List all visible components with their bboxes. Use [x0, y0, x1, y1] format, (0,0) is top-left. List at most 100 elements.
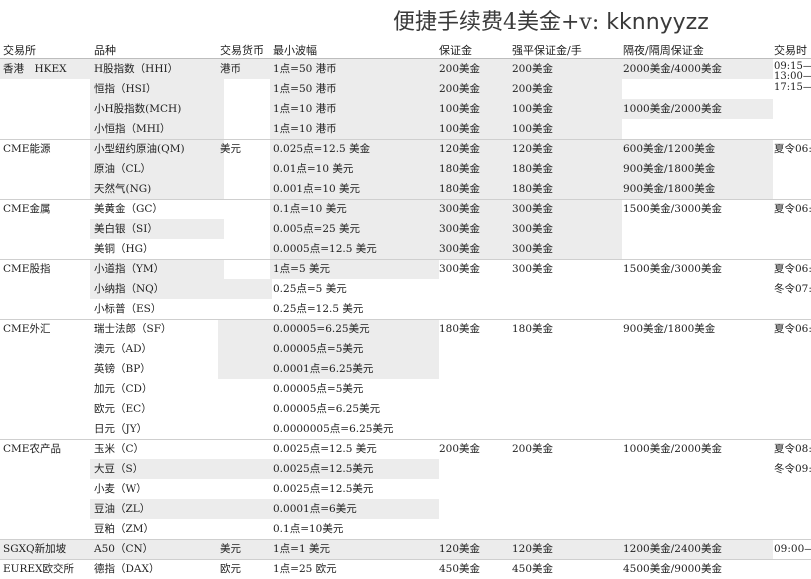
overnight-margin-cell [620, 219, 773, 239]
tick-size-cell: 0.0000005点=6.25美元 [273, 423, 394, 435]
currency-cell [218, 79, 272, 99]
product-cell: H股指数（HHI） [90, 59, 224, 79]
overnight-margin-cell: 900美金/1800美金 [620, 159, 773, 179]
header-tick: 最小波幅 [273, 44, 317, 57]
product-cell: 小道指（YM） [90, 259, 224, 279]
product-cell: 加元（CD） [94, 383, 153, 395]
product-cell: 瑞士法郎（SF） [94, 323, 172, 335]
product-cell: 玉米（C） [94, 443, 145, 455]
overnight-margin-cell [620, 459, 773, 479]
liquidation-margin-cell: 100美金 [508, 99, 622, 119]
overnight-margin-cell: 600美金/1200美金 [620, 139, 773, 159]
margin-cell: 180美金 [436, 179, 511, 199]
exchange-cell: 香港 HKEX [0, 59, 93, 79]
product-cell: 豆油（ZL） [90, 499, 224, 519]
exchange-cell: CME农产品 [3, 443, 61, 455]
trading-hours-cell [770, 119, 811, 139]
tick-size-cell: 1点=5 美元 [270, 259, 439, 279]
currency-cell: 港币 [218, 59, 272, 79]
header-liquidation-margin: 强平保证金/手 [512, 44, 582, 57]
currency-cell [218, 259, 272, 279]
exchange-cell [0, 219, 93, 239]
table-row: 小恒指（MHI） 1点=10 港币 100美金 100美金 [0, 119, 811, 139]
currency-cell: 美元 [220, 143, 241, 155]
currency-cell [218, 399, 272, 419]
currency-cell [218, 319, 272, 339]
table-row: 日元（JY） 0.0000005点=6.25美元 [0, 419, 811, 439]
product-cell: 天然气(NG) [90, 179, 224, 199]
table-row: 英镑（BP） 0.0001点=6.25美元 [0, 359, 811, 379]
trading-hours-cell: 夏令06: [774, 203, 811, 215]
overnight-margin-cell [620, 519, 773, 539]
header-overnight-margin: 隔夜/隔周保证金 [623, 44, 704, 57]
currency-cell [218, 239, 272, 259]
currency-cell [218, 479, 272, 499]
margin-cell: 200美金 [436, 79, 511, 99]
tick-size-cell: 0.0025点=12.5 美元 [273, 443, 377, 455]
trading-hours-cell [770, 159, 811, 179]
margin-cell [436, 419, 511, 439]
exchange-cell: EUREX欧交所 [3, 563, 75, 575]
trading-hours-cell [770, 179, 811, 199]
table-row: 天然气(NG) 0.001点=10 美元 180美金 180美金 900美金/1800美… [0, 179, 811, 199]
tick-size-cell: 1点=10 港币 [270, 119, 439, 139]
product-cell: 日元（JY） [94, 423, 148, 435]
product-cell: 美白银（SI） [90, 219, 224, 239]
currency-cell: 欧元 [220, 563, 241, 575]
group-divider [0, 559, 811, 560]
table-row: 美白银（SI） 0.005点=25 美元 300美金 300美金 [0, 219, 811, 239]
exchange-cell: SGXQ新加坡 [0, 539, 93, 559]
exchange-cell [0, 499, 93, 519]
overnight-margin-cell: 4500美金/9000美金 [623, 563, 722, 575]
exchange-cell [0, 299, 93, 319]
product-cell: 澳元（AD） [94, 343, 153, 355]
currency-cell [218, 379, 272, 399]
tick-size-cell: 0.025点=12.5 美金 [270, 139, 439, 159]
exchange-cell [0, 79, 93, 99]
liquidation-margin-cell: 180美金 [512, 323, 554, 335]
header-margin: 保证金 [439, 44, 472, 57]
group-divider [0, 439, 811, 440]
trading-hours-cell: 夏令06: [774, 263, 811, 275]
product-cell: 小标普（ES） [94, 303, 162, 315]
trading-hours-cell [770, 479, 811, 499]
liquidation-margin-cell [508, 519, 622, 539]
exchange-cell [0, 419, 93, 439]
hk-session-3: 17:15— [774, 82, 811, 93]
overnight-margin-cell [620, 299, 773, 319]
product-cell: 小麦（W） [94, 483, 147, 495]
margin-cell [436, 359, 511, 379]
overnight-margin-cell [620, 379, 773, 399]
header-product: 品种 [94, 44, 116, 57]
exchange-cell [0, 179, 93, 199]
exchange-cell [0, 479, 93, 499]
group-divider [0, 199, 811, 200]
product-cell: 欧元（EC） [94, 403, 152, 415]
exchange-cell [0, 119, 93, 139]
margin-cell: 100美金 [436, 99, 511, 119]
product-cell: 小型纽约原油(QM) [90, 139, 224, 159]
margin-cell: 100美金 [436, 119, 511, 139]
currency-cell [218, 439, 272, 459]
liquidation-margin-cell: 300美金 [508, 199, 622, 219]
currency-cell [218, 359, 272, 379]
exchange-cell [0, 379, 93, 399]
table-row: 豆粕（ZM） 0.1点=10美元 [0, 519, 811, 539]
exchange-cell: CME金属 [3, 203, 51, 215]
trading-hours-cell [770, 379, 811, 399]
trading-hours-cell [770, 399, 811, 419]
margin-cell: 180美金 [436, 159, 511, 179]
exchange-cell [0, 359, 93, 379]
product-cell: 原油（CL） [90, 159, 224, 179]
table-row: EUREX欧交所 德指（DAX） 欧元 1点=25 欧元 450美金 450美金 4500美… [0, 559, 811, 579]
trading-hours-cell [770, 219, 811, 239]
exchange-cell: CME能源 [3, 143, 51, 155]
margin-cell [436, 499, 511, 519]
exchange-cell [0, 519, 93, 539]
margin-cell [436, 519, 511, 539]
trading-hours-cell [770, 519, 811, 539]
liquidation-margin-cell: 120美金 [508, 539, 622, 559]
liquidation-margin-cell: 200美金 [508, 59, 622, 79]
product-cell: 小恒指（MHI） [90, 119, 224, 139]
liquidation-margin-cell [508, 499, 622, 519]
